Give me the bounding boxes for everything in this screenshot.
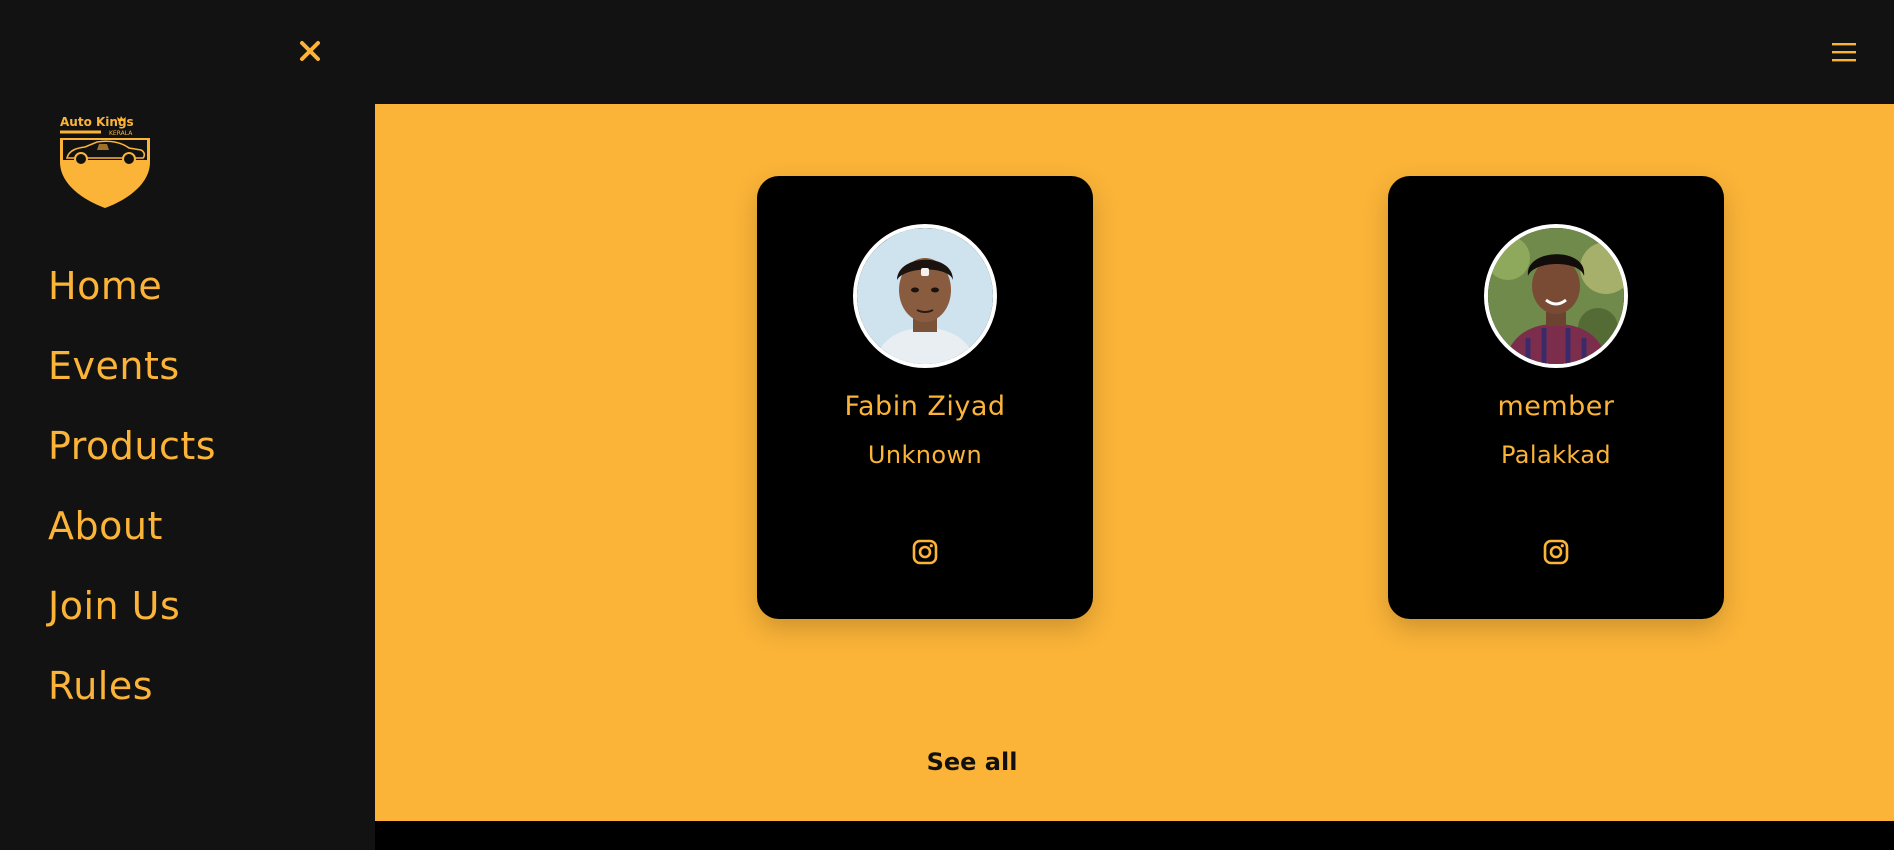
sidebar-item-join-us[interactable]: Join Us <box>48 566 216 646</box>
see-all-button[interactable]: See all <box>907 748 1037 776</box>
member-card: member Palakkad <box>1388 176 1724 619</box>
hamburger-menu-icon[interactable] <box>1826 36 1862 68</box>
svg-text:KERALA: KERALA <box>109 130 133 137</box>
member-avatar <box>853 224 997 368</box>
avatar-photo-2 <box>1488 228 1624 364</box>
member-name: member <box>1497 391 1615 422</box>
sidebar-item-home[interactable]: Home <box>48 246 216 326</box>
member-card: Fabin Ziyad Unknown <box>757 176 1093 619</box>
member-avatar <box>1484 224 1628 368</box>
close-icon[interactable] <box>293 34 327 68</box>
footer-strip <box>375 821 1894 850</box>
avatar-photo-1 <box>857 228 993 364</box>
member-name: Fabin Ziyad <box>844 391 1006 422</box>
instagram-icon[interactable] <box>1542 538 1570 566</box>
sidebar-item-products[interactable]: Products <box>48 406 216 486</box>
sidebar-menu: Auto Kings KERALA Home Events Products A… <box>0 0 375 850</box>
member-location: Palakkad <box>1501 441 1611 469</box>
sidebar-nav: Home Events Products About Join Us Rules <box>48 246 216 726</box>
brand-logo[interactable]: Auto Kings KERALA <box>57 114 153 208</box>
instagram-icon[interactable] <box>911 538 939 566</box>
sidebar-item-rules[interactable]: Rules <box>48 646 216 726</box>
sidebar-item-events[interactable]: Events <box>48 326 216 406</box>
logo-text: Auto Kings <box>60 115 134 129</box>
sidebar-item-about[interactable]: About <box>48 486 216 566</box>
members-section: Fabin Ziyad Unknown member Palakkad See … <box>375 104 1894 821</box>
member-location: Unknown <box>867 441 983 469</box>
